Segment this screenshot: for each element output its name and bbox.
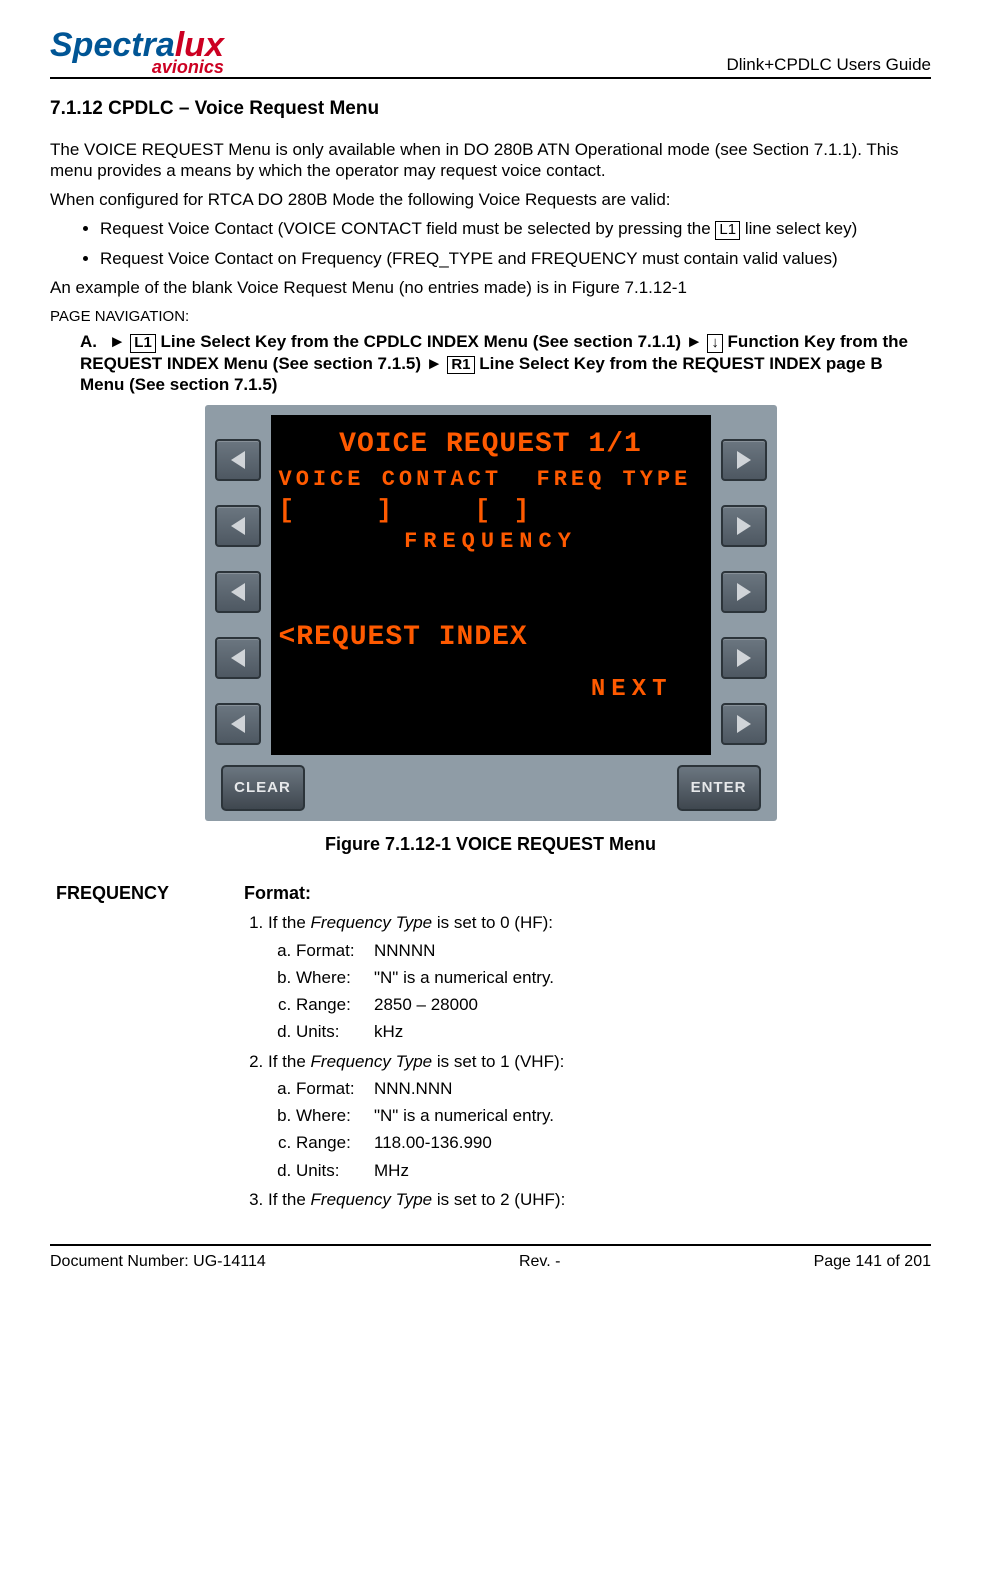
format-item-2: If the Frequency Type is set to 1 (VHF):… [268, 1051, 931, 1181]
key-l1-inline: L1 [715, 221, 740, 240]
footer-page-number: Page 141 of 201 [814, 1252, 931, 1272]
i1-b-val: "N" is a numerical entry. [374, 967, 554, 988]
lsk-right-column [721, 415, 767, 745]
lsk-r1[interactable] [721, 439, 767, 481]
enter-button[interactable]: ENTER [677, 765, 761, 811]
i2-c: Range:118.00-136.990 [296, 1132, 931, 1153]
nav-seg-1: ► [109, 332, 131, 351]
page-navigation-label: PAGE NAVIGATION: [50, 308, 931, 327]
logo-main: Spectralux [50, 30, 224, 61]
lsk-r5[interactable] [721, 703, 767, 745]
screen-title: VOICE REQUEST 1/1 [279, 427, 703, 462]
spec-grid: FREQUENCY Format: If the Frequency Type … [50, 882, 931, 1218]
i2-a: Format:NNN.NNN [296, 1078, 931, 1099]
i2-d-val: MHz [374, 1160, 409, 1181]
format-list: If the Frequency Type is set to 0 (HF): … [244, 912, 931, 1210]
paragraph-1: The VOICE REQUEST Menu is only available… [50, 139, 931, 182]
format-item-1: If the Frequency Type is set to 0 (HF): … [268, 912, 931, 1042]
i3-text-b: is set to 2 (UHF): [432, 1190, 565, 1209]
mcdu-screen: VOICE REQUEST 1/1 VOICE CONTACT FREQ TYP… [271, 415, 711, 755]
logo: Spectralux avionics [50, 30, 224, 75]
spec-field-name: FREQUENCY [50, 882, 244, 905]
i1-a-key: Format: [296, 940, 374, 961]
bullet-1: Request Voice Contact (VOICE CONTACT fie… [100, 218, 931, 240]
lsk-l2[interactable] [215, 505, 261, 547]
i2-d-key: Units: [296, 1160, 374, 1181]
screen-frequency-label: FREQUENCY [279, 528, 703, 556]
i2-b-key: Where: [296, 1105, 374, 1126]
i1-em: Frequency Type [311, 913, 433, 932]
i1-c-val: 2850 – 28000 [374, 994, 478, 1015]
lsk-r3[interactable] [721, 571, 767, 613]
i1-c: Range:2850 – 28000 [296, 994, 931, 1015]
i2-d: Units:MHz [296, 1160, 931, 1181]
i2-text-a: If the [268, 1052, 311, 1071]
logo-sub: avionics [50, 59, 224, 75]
clear-button[interactable]: CLEAR [221, 765, 305, 811]
bullet-1-text-b: line select key) [740, 219, 857, 238]
i2-a-key: Format: [296, 1078, 374, 1099]
screen-request-index: <REQUEST INDEX [279, 620, 703, 655]
page-footer: Document Number: UG-14114 Rev. - Page 14… [50, 1244, 931, 1272]
i1-c-key: Range: [296, 994, 374, 1015]
page-navigation-step: A. ► L1 Line Select Key from the CPDLC I… [80, 331, 931, 395]
lsk-l4[interactable] [215, 637, 261, 679]
nav-seg-2: Line Select Key from the CPDLC INDEX Men… [156, 332, 708, 351]
section-heading: CPDLC – Voice Request Menu [108, 98, 379, 119]
figure: VOICE REQUEST 1/1 VOICE CONTACT FREQ TYP… [50, 405, 931, 821]
i1-text-b: is set to 0 (HF): [432, 913, 553, 932]
i1-text-a: If the [268, 913, 311, 932]
lsk-r2[interactable] [721, 505, 767, 547]
spec-body: Format: If the Frequency Type is set to … [244, 882, 931, 1218]
key-l1: L1 [130, 334, 156, 353]
i1-a-val: NNNNN [374, 940, 435, 961]
nav-letter: A. [80, 331, 104, 352]
paragraph-2: When configured for RTCA DO 280B Mode th… [50, 189, 931, 210]
lsk-l3[interactable] [215, 571, 261, 613]
lsk-r4[interactable] [721, 637, 767, 679]
i1-b-key: Where: [296, 967, 374, 988]
bullet-1-text-a: Request Voice Contact (VOICE CONTACT fie… [100, 219, 715, 238]
lsk-l1[interactable] [215, 439, 261, 481]
screen-labels: VOICE CONTACT FREQ TYPE [279, 466, 703, 494]
i2-c-val: 118.00-136.990 [374, 1132, 492, 1153]
lsk-l5[interactable] [215, 703, 261, 745]
footer-doc-number: Document Number: UG-14114 [50, 1252, 266, 1272]
format-item-3: If the Frequency Type is set to 2 (UHF): [268, 1189, 931, 1210]
i1-a: Format:NNNNN [296, 940, 931, 961]
i3-em: Frequency Type [311, 1190, 433, 1209]
page-header: Spectralux avionics Dlink+CPDLC Users Gu… [50, 30, 931, 79]
key-down-arrow: ↓ [707, 334, 723, 353]
section-title: 7.1.12 CPDLC – Voice Request Menu [50, 97, 931, 121]
mcdu-device: VOICE REQUEST 1/1 VOICE CONTACT FREQ TYP… [205, 405, 777, 821]
i1-d-val: kHz [374, 1021, 403, 1042]
screen-inputs: [ ] [ ] [279, 494, 703, 527]
i2-b: Where:"N" is a numerical entry. [296, 1105, 931, 1126]
lsk-left-column [215, 415, 261, 745]
section-number: 7.1.12 [50, 98, 103, 119]
key-r1: R1 [447, 356, 474, 375]
figure-caption: Figure 7.1.12-1 VOICE REQUEST Menu [50, 833, 931, 856]
footer-revision: Rev. - [519, 1252, 560, 1272]
i1-d: Units:kHz [296, 1021, 931, 1042]
guide-title: Dlink+CPDLC Users Guide [726, 54, 931, 75]
i3-text-a: If the [268, 1190, 311, 1209]
i2-a-val: NNN.NNN [374, 1078, 452, 1099]
i2-c-key: Range: [296, 1132, 374, 1153]
i2-text-b: is set to 1 (VHF): [432, 1052, 564, 1071]
screen-next: NEXT [279, 675, 703, 705]
i1-b: Where:"N" is a numerical entry. [296, 967, 931, 988]
bullet-list: Request Voice Contact (VOICE CONTACT fie… [80, 218, 931, 269]
bullet-2: Request Voice Contact on Frequency (FREQ… [100, 248, 931, 269]
i1-d-key: Units: [296, 1021, 374, 1042]
i2-b-val: "N" is a numerical entry. [374, 1105, 554, 1126]
paragraph-3: An example of the blank Voice Request Me… [50, 277, 931, 298]
format-heading: Format: [244, 882, 931, 905]
i2-em: Frequency Type [311, 1052, 433, 1071]
